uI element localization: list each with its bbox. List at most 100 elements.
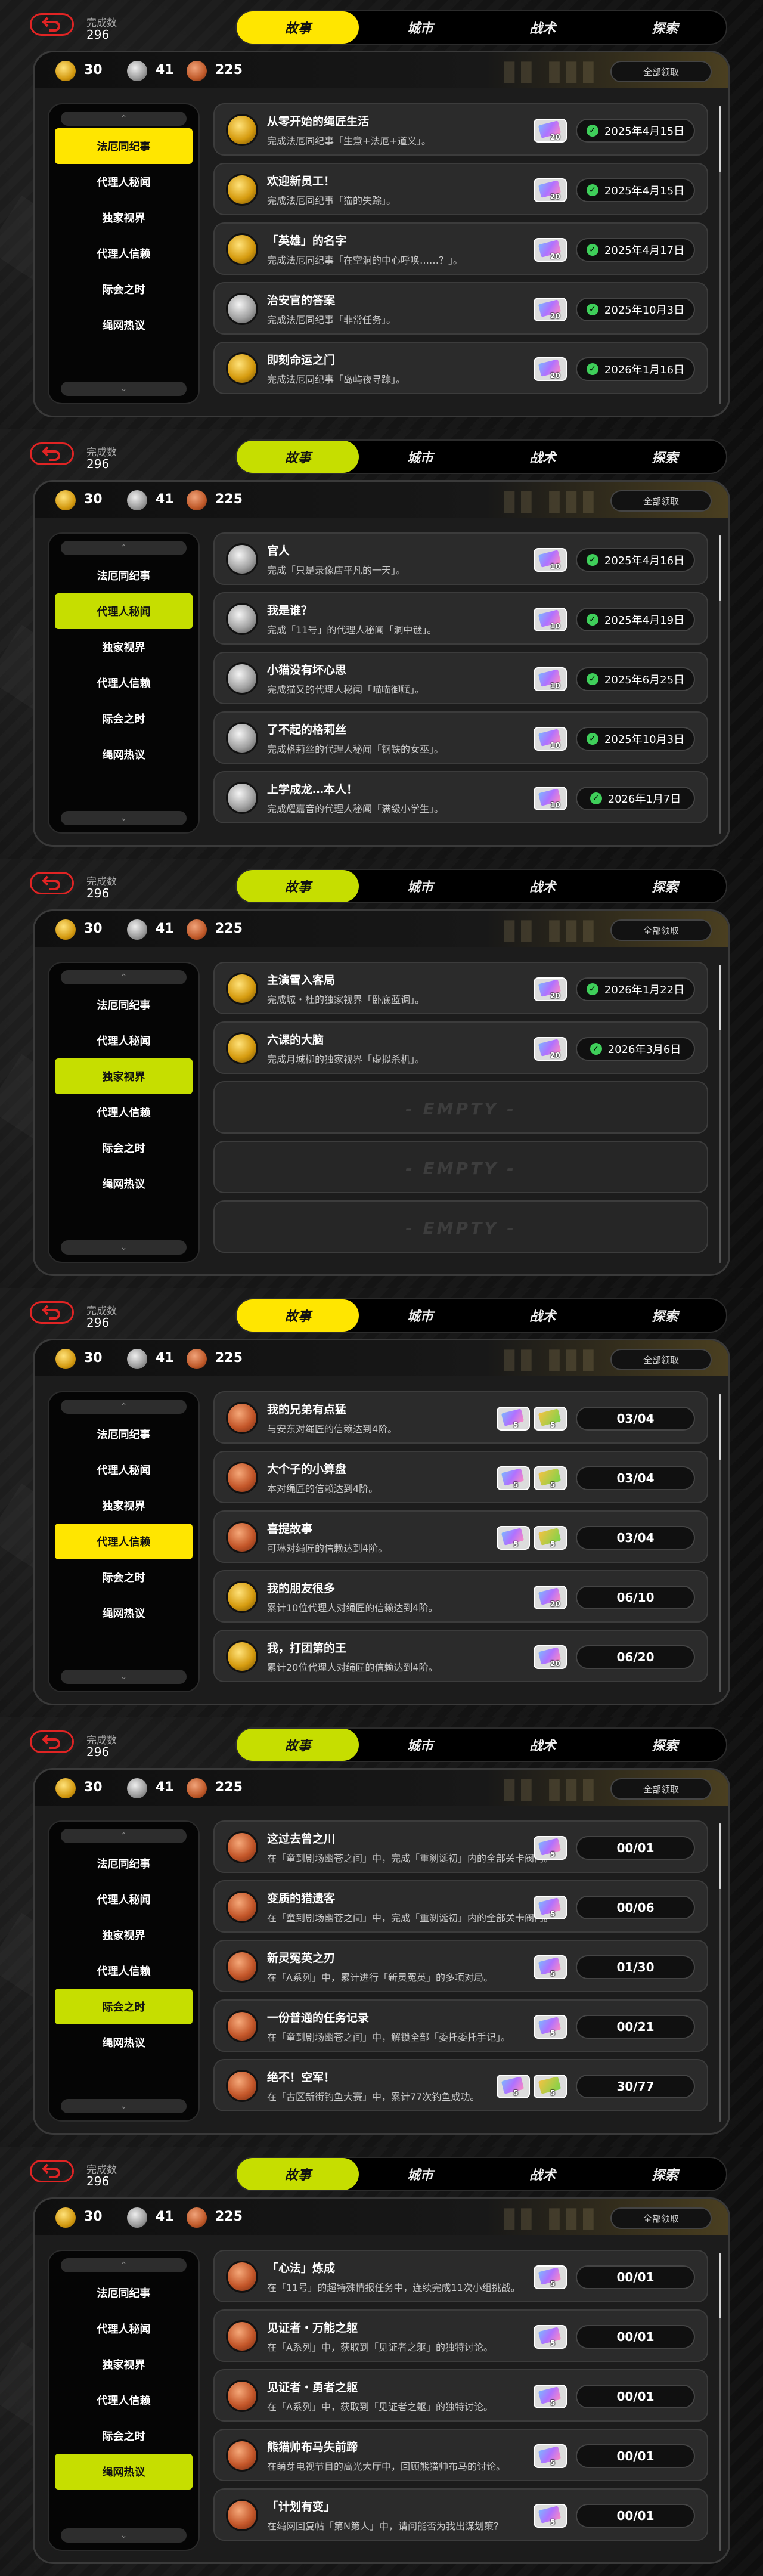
reward-item[interactable]: 5 [534,2265,567,2289]
back-button[interactable] [30,1301,74,1324]
achievement-row[interactable]: 「心法」炼成 在「11号」的超特殊情报任务中，连续完成11次小组挑战。 5 00/01 [213,2250,708,2302]
category-item[interactable]: 代理人秘闻 [55,164,193,200]
achievement-row[interactable]: 了不起的格莉丝 完成格莉丝的代理人秘闻「钢铁的女巫」。 10 ✓ 2025年10月3日 [213,711,708,764]
reward-item[interactable]: 20 [534,1037,567,1061]
category-item[interactable]: 代理人信赖 [55,665,193,701]
claim-all-button[interactable]: 全部领取 [610,1349,712,1370]
category-item[interactable]: 际会之时 [55,271,193,307]
tab-explore[interactable]: 探索 [604,1729,726,1761]
achievement-row[interactable]: 欢迎新员工！ 完成法厄同纪事「猫的失踪」。 20 ✓ 2025年4月15日 [213,163,708,215]
category-item[interactable]: 代理人信赖 [55,1524,193,1559]
scroll-up-icon[interactable]: ⌃ [61,2258,187,2272]
category-item[interactable]: 代理人秘闻 [55,1881,193,1917]
achievement-row[interactable]: 一份普通的任务记录 在「童到剧场幽苍之间」中，解锁全部「委托委托手记」。 5 00/2… [213,1999,708,2052]
reward-item[interactable]: 5 [534,2385,567,2408]
tab-story[interactable]: 故事 [237,870,359,902]
achievement-row[interactable]: 治安官的答案 完成法厄同纪事「非常任务」。 20 ✓ 2025年10月3日 [213,282,708,335]
achievement-row[interactable]: 主演雪入客局 完成城・杜的独家视界「卧底蓝调」。 20 ✓ 2026年1月22日 [213,962,708,1014]
tab-story[interactable]: 故事 [237,11,359,44]
category-item[interactable]: 代理人信赖 [55,2382,193,2418]
category-item[interactable]: 独家视界 [55,1058,193,1094]
category-item[interactable]: 法厄同纪事 [55,987,193,1023]
claim-all-button[interactable]: 全部领取 [610,490,712,512]
reward-item[interactable]: 20 [534,238,567,262]
reward-item[interactable]: 5 [534,1466,567,1490]
category-item[interactable]: 绳网热议 [55,1166,193,1202]
category-item[interactable]: 际会之时 [55,1559,193,1595]
scroll-down-icon[interactable]: ⌄ [61,382,187,396]
reward-item[interactable]: 5 [497,2075,530,2098]
tab-explore[interactable]: 探索 [604,2158,726,2190]
category-item[interactable]: 际会之时 [55,1989,193,2024]
claim-all-button[interactable]: 全部领取 [610,61,712,82]
back-button[interactable] [30,2160,74,2182]
category-item[interactable]: 独家视界 [55,629,193,665]
achievement-row[interactable]: 这过去曾之川 在「童到剧场幽苍之间」中，完成「重刹诞初」内的全部关卡阀门。 5 00/… [213,1820,708,1873]
reward-item[interactable]: 20 [534,1645,567,1669]
category-item[interactable]: 代理人信赖 [55,1953,193,1989]
claim-all-button[interactable]: 全部领取 [610,1778,712,1800]
list-scrollbar[interactable] [719,2253,721,2551]
scroll-down-icon[interactable]: ⌄ [61,2528,187,2543]
category-item[interactable]: 际会之时 [55,701,193,736]
category-item[interactable]: 法厄同纪事 [55,558,193,593]
achievement-row[interactable]: 即刻命运之门 完成法厄同纪事「岛屿夜寻踪」。 20 ✓ 2026年1月16日 [213,342,708,394]
category-item[interactable]: 代理人秘闻 [55,2311,193,2346]
reward-item[interactable]: 20 [534,1586,567,1609]
category-item[interactable]: 绳网热议 [55,307,193,343]
category-item[interactable]: 代理人信赖 [55,236,193,271]
reward-item[interactable]: 20 [534,178,567,202]
category-item[interactable]: 独家视界 [55,2346,193,2382]
reward-item[interactable]: 5 [534,1955,567,1979]
achievement-row[interactable]: 新灵冤英之刃 在「A系列」中，累计进行「新灵冤英」的多项对局。 5 01/30 [213,1940,708,1992]
tab-story[interactable]: 故事 [237,2158,359,2190]
category-item[interactable]: 独家视界 [55,1917,193,1953]
category-item[interactable]: 独家视界 [55,1488,193,1524]
achievement-row[interactable]: 「英雄」的名字 完成法厄同纪事「在空洞的中心呼唤……？」。 20 ✓ 2025年4月17… [213,222,708,275]
reward-item[interactable]: 10 [534,727,567,751]
achievement-row[interactable]: 从零开始的绳匠生活 完成法厄同纪事「生意+法厄+道义」。 20 ✓ 2025年4月15日 [213,103,708,156]
back-button[interactable] [30,1730,74,1753]
reward-item[interactable]: 5 [534,2444,567,2468]
tab-explore[interactable]: 探索 [604,1299,726,1332]
tab-city[interactable]: 城市 [359,1299,481,1332]
tab-explore[interactable]: 探索 [604,870,726,902]
claim-all-button[interactable]: 全部领取 [610,919,712,941]
achievement-row[interactable]: 大个子的小算盘 本对绳匠的信赖达到4阶。 5 5 03/04 [213,1451,708,1503]
category-item[interactable]: 绳网热议 [55,736,193,772]
achievement-row[interactable]: 见证者・万能之躯 在「A系列」中，获取到「见证者之躯」的独特讨论。 5 00/01 [213,2309,708,2362]
reward-item[interactable]: 5 [534,1896,567,1919]
tab-tactics[interactable]: 战术 [482,1729,604,1761]
category-item[interactable]: 法厄同纪事 [55,2275,193,2311]
scroll-up-icon[interactable]: ⌃ [61,112,187,126]
reward-item[interactable]: 20 [534,298,567,321]
reward-item[interactable]: 20 [534,119,567,143]
achievement-row[interactable]: 我是谁？ 完成「11号」的代理人秘闻「洞中谜」。 10 ✓ 2025年4月19日 [213,592,708,645]
tab-city[interactable]: 城市 [359,11,481,44]
tab-tactics[interactable]: 战术 [482,1299,604,1332]
category-item[interactable]: 代理人秘闻 [55,1452,193,1488]
reward-item[interactable]: 20 [534,357,567,381]
achievement-row[interactable]: 上学成龙…本人！ 完成耀嘉音的代理人秘闻「满级小学生」。 10 ✓ 2026年1月7日 [213,771,708,823]
achievement-row[interactable]: 见证者・勇者之躯 在「A系列」中，获取到「见证者之躯」的独特讨论。 5 00/01 [213,2369,708,2422]
achievement-row[interactable]: 我的兄弟有点猛 与安东对绳匠的信赖达到4阶。 5 5 03/04 [213,1391,708,1444]
claim-all-button[interactable]: 全部领取 [610,2207,712,2229]
reward-item[interactable]: 20 [534,977,567,1001]
scroll-down-icon[interactable]: ⌄ [61,1240,187,1255]
achievement-row[interactable]: 「计划有变」 在绳网回复帖「第N第人」中，请问能否为我出谋划策？ 5 00/01 [213,2488,708,2541]
category-item[interactable]: 独家视界 [55,200,193,236]
achievement-row[interactable]: 官人 完成「只是录像店平凡的一天」。 10 ✓ 2025年4月16日 [213,532,708,585]
back-button[interactable] [30,872,74,894]
achievement-row[interactable]: 变质的猎遗客 在「童到剧场幽苍之间」中，完成「重刹诞初」内的全部关卡阀门。 5 00/… [213,1880,708,1933]
reward-item[interactable]: 5 [534,2015,567,2039]
list-scrollbar[interactable] [719,1394,721,1692]
tab-city[interactable]: 城市 [359,1729,481,1761]
tab-tactics[interactable]: 战术 [482,441,604,473]
list-scrollbar[interactable] [719,106,721,404]
category-item[interactable]: 法厄同纪事 [55,1846,193,1881]
category-item[interactable]: 绳网热议 [55,2024,193,2060]
scroll-down-icon[interactable]: ⌄ [61,811,187,825]
category-item[interactable]: 绳网热议 [55,2454,193,2490]
reward-item[interactable]: 5 [497,1466,530,1490]
category-item[interactable]: 代理人秘闻 [55,1023,193,1058]
